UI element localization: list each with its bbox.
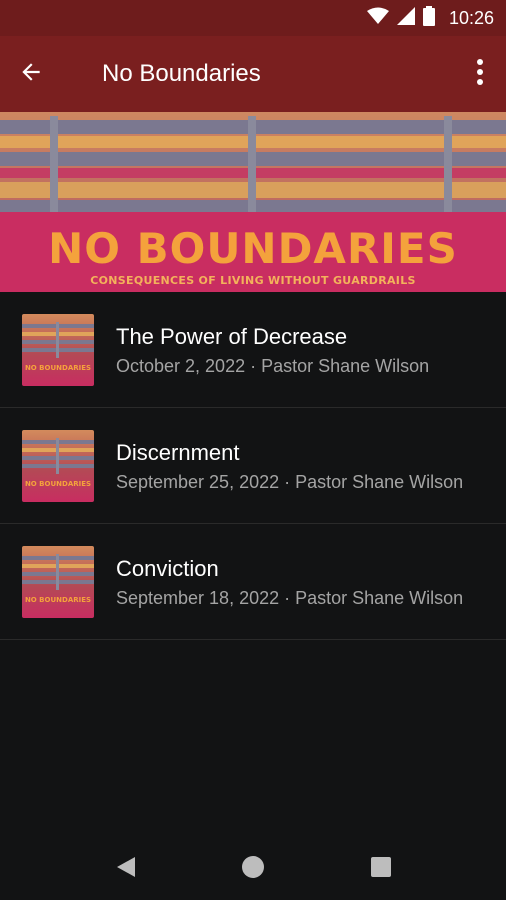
nav-back-button[interactable]	[111, 854, 141, 884]
sermon-title: The Power of Decrease	[116, 324, 348, 349]
wifi-icon	[366, 7, 389, 30]
more-vert-icon	[476, 58, 484, 91]
sermon-title: Discernment	[116, 440, 240, 465]
list-item[interactable]: NO BOUNDARIES Discernment September 25, …	[0, 408, 506, 524]
battery-icon	[422, 5, 435, 31]
nav-recents-button[interactable]	[366, 854, 396, 884]
thumbnail-caption: NO BOUNDARIES	[24, 596, 92, 604]
sermon-thumbnail: NO BOUNDARIES	[22, 546, 94, 618]
back-button[interactable]	[18, 54, 62, 94]
sermon-thumbnail: NO BOUNDARIES	[22, 314, 94, 386]
arrow-left-icon	[18, 59, 44, 90]
page-title: No Boundaries	[102, 60, 261, 87]
sermon-meta: September 18, 2022 · Pastor Shane Wilson	[116, 588, 464, 608]
sermon-thumbnail: NO BOUNDARIES	[22, 430, 94, 502]
app-bar: No Boundaries	[0, 36, 506, 112]
nav-home-button[interactable]	[238, 854, 268, 884]
sermon-meta: October 2, 2022 · Pastor Shane Wilson	[116, 356, 430, 376]
recents-square-icon	[370, 856, 392, 883]
list-item[interactable]: NO BOUNDARIES Conviction September 18, 2…	[0, 524, 506, 640]
signal-icon	[396, 6, 415, 30]
banner-subtitle: CONSEQUENCES OF LIVING WITHOUT GUARDRAIL…	[90, 274, 416, 287]
sermon-meta: September 25, 2022 · Pastor Shane Wilson	[116, 472, 464, 492]
status-bar: 10:26	[0, 0, 506, 36]
home-circle-icon	[241, 855, 265, 884]
banner-title: NO BOUNDARIES	[48, 224, 458, 273]
back-triangle-icon	[115, 855, 137, 884]
status-icons: 10:26	[366, 5, 494, 31]
thumbnail-caption: NO BOUNDARIES	[24, 480, 92, 488]
thumbnail-caption: NO BOUNDARIES	[24, 364, 92, 372]
more-options-button[interactable]	[468, 56, 492, 92]
series-banner: NO BOUNDARIES CONSEQUENCES OF LIVING WIT…	[0, 112, 506, 292]
clock: 10:26	[448, 7, 494, 28]
sermon-title: Conviction	[116, 556, 219, 581]
system-nav-bar	[0, 834, 506, 900]
sermon-list: NO BOUNDARIES The Power of Decrease Octo…	[0, 292, 506, 640]
list-item[interactable]: NO BOUNDARIES The Power of Decrease Octo…	[0, 292, 506, 408]
